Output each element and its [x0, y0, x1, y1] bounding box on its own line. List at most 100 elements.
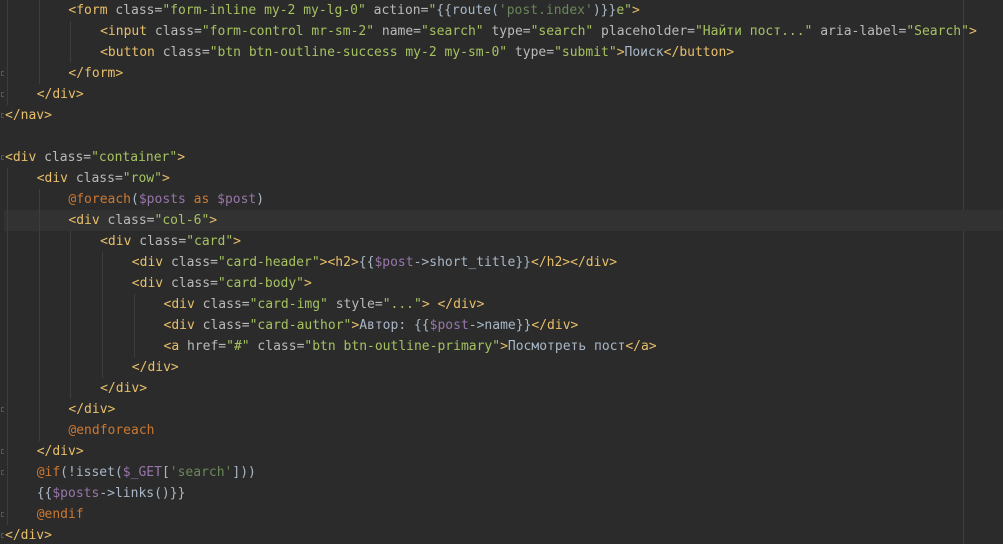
indent-guide	[7, 42, 8, 63]
code-token: type=	[507, 45, 555, 60]
indent-guide	[7, 462, 8, 483]
code-token: ]))	[232, 465, 256, 480]
code-line[interactable]: </nav>	[4, 105, 1003, 126]
code-line[interactable]: </div>	[4, 378, 1003, 399]
code-area[interactable]: <form class="form-inline my-2 my-lg-0" a…	[4, 0, 1003, 544]
code-line[interactable]	[4, 126, 1003, 147]
code-token: "#"	[226, 339, 250, 354]
code-line-text: </div>	[100, 378, 147, 399]
code-line[interactable]: </form>	[4, 63, 1003, 84]
code-line[interactable]: @endforeach	[4, 420, 1003, 441]
code-line[interactable]: <form class="form-inline my-2 my-lg-0" a…	[4, 0, 1003, 21]
indent-guide	[102, 294, 104, 315]
indent-guide	[7, 273, 8, 294]
code-token: e"	[616, 3, 632, 18]
indent-guide	[38, 63, 40, 84]
code-token: "card-header"	[217, 255, 320, 270]
code-line[interactable]: <div class="card-header"><h2>{{$post->sh…	[4, 252, 1003, 273]
code-line[interactable]: <div class="card-author">Автор: {{$post-…	[4, 315, 1003, 336]
code-token: </div>	[68, 402, 116, 417]
indent-guide	[38, 21, 40, 42]
code-token: "row"	[122, 171, 162, 186]
indent-guide	[70, 252, 72, 273]
code-token: ><h2>	[319, 255, 359, 270]
code-token: >	[631, 3, 640, 18]
code-token: Посмотреть пост	[507, 339, 626, 354]
indent-guide	[38, 231, 40, 252]
indent-guide	[7, 399, 8, 420]
code-line[interactable]: <div class="card-body">	[4, 273, 1003, 294]
code-token: </div>	[36, 87, 84, 102]
code-token: name=	[374, 24, 422, 39]
code-token: class=	[162, 45, 210, 60]
code-line[interactable]: </div>	[4, 357, 1003, 378]
code-token: placeholder=	[593, 24, 695, 39]
code-token: >	[304, 276, 312, 291]
code-token: @foreach	[68, 192, 132, 207]
code-token: >	[616, 45, 625, 60]
code-line[interactable]: <input class="form-control mr-sm-2" name…	[4, 21, 1003, 42]
code-token: 'search'	[169, 465, 233, 480]
indent-guide	[7, 441, 8, 462]
code-line-text: <div class="card-img" style="..."> </div…	[164, 294, 485, 315]
code-token: class=	[115, 3, 163, 18]
indent-guide	[38, 189, 40, 210]
code-line[interactable]: @if(!isset($_GET['search']))	[4, 462, 1003, 483]
indent-guide	[7, 336, 8, 357]
code-token: "container"	[91, 150, 178, 165]
code-token: <div	[163, 297, 203, 312]
code-token: ->name}}	[468, 318, 532, 333]
code-line[interactable]: <div class="card-img" style="..."> </div…	[4, 294, 1003, 315]
indent-guide	[7, 315, 8, 336]
code-line[interactable]: </div>	[4, 84, 1003, 105]
code-token: aria-label=	[812, 24, 907, 39]
code-line[interactable]: <div class="card">	[4, 231, 1003, 252]
indent-guide	[38, 210, 40, 231]
code-token: "..."	[382, 297, 422, 312]
code-line[interactable]: </div>	[4, 525, 1003, 544]
code-line-text: </div>	[68, 399, 115, 420]
code-line[interactable]: {{$posts->links()}}	[4, 483, 1003, 504]
indent-guide	[7, 84, 8, 105]
code-line[interactable]: <div class="container">	[4, 147, 1003, 168]
code-line[interactable]: <a href="#" class="btn btn-outline-prima…	[4, 336, 1003, 357]
indent-guide	[70, 315, 72, 336]
code-line[interactable]: @endif	[4, 504, 1003, 525]
code-token: "btn btn-outline-success my-2 my-sm-0"	[209, 45, 508, 60]
code-token: > </div>	[421, 297, 485, 312]
code-line-text: <form class="form-inline my-2 my-lg-0" a…	[68, 0, 639, 21]
indent-guide	[102, 315, 104, 336]
indent-guide	[70, 273, 72, 294]
code-token: ->links()}}	[99, 486, 186, 501]
code-line[interactable]: <button class="btn btn-outline-success m…	[4, 42, 1003, 63]
code-line-text: <div class="card-header"><h2>{{$post->sh…	[132, 252, 617, 273]
indent-guide	[7, 504, 8, 525]
code-line[interactable]: @foreach($posts as $post)	[4, 189, 1003, 210]
indent-guide	[102, 273, 104, 294]
code-line[interactable]: <div class="col-6">	[4, 210, 1003, 231]
indent-guide	[38, 252, 40, 273]
code-line[interactable]: <div class="row">	[4, 168, 1003, 189]
indent-guide	[102, 336, 104, 357]
code-line-text: @endforeach	[68, 420, 154, 441]
indent-guide	[70, 378, 72, 399]
indent-guide	[7, 294, 8, 315]
indent-guide	[7, 483, 8, 504]
code-token: <input	[100, 24, 155, 39]
code-token: @endif	[36, 507, 84, 522]
indent-guide	[7, 168, 8, 189]
code-line[interactable]: </div>	[4, 399, 1003, 420]
code-line-text: @if(!isset($_GET['search']))	[37, 462, 256, 483]
code-token: "col-6"	[154, 213, 210, 228]
indent-guide	[7, 21, 8, 42]
code-line[interactable]: </div>	[4, 441, 1003, 462]
indent-guide	[133, 294, 135, 315]
code-token: href=	[186, 339, 227, 354]
code-token: $posts	[138, 192, 186, 207]
code-token: "Найти пост..."	[694, 24, 813, 39]
code-editor[interactable]: <form class="form-inline my-2 my-lg-0" a…	[0, 0, 1003, 544]
indent-guide	[70, 357, 72, 378]
code-token: Автор: {{	[359, 318, 430, 333]
code-token: "btn btn-outline-primary"	[304, 339, 501, 354]
code-token: "card-author"	[249, 318, 352, 333]
